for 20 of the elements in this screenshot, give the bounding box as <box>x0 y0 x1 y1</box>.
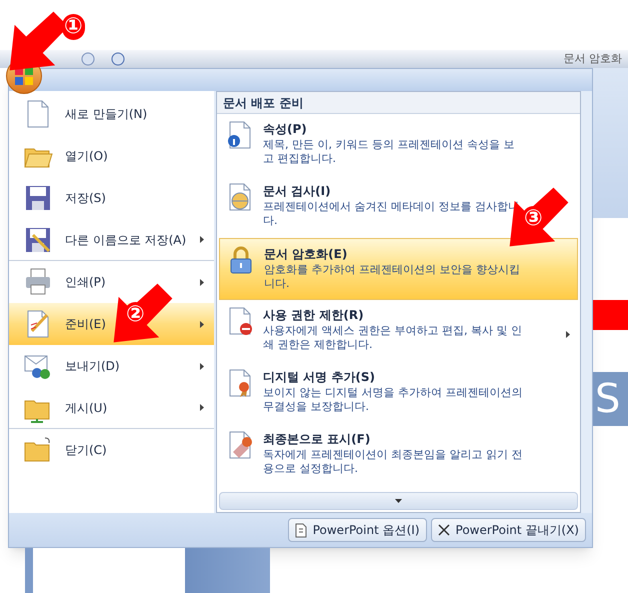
caret-icon <box>395 499 402 503</box>
submenu-arrow-icon <box>200 320 204 328</box>
submenu-arrow-icon <box>200 404 204 411</box>
window-title: 문서 암호화 <box>564 50 622 67</box>
annotation-bar <box>593 300 628 330</box>
undo-icon[interactable] <box>80 52 96 66</box>
redo-icon[interactable] <box>110 52 126 66</box>
submenu-arrow-icon <box>566 330 570 338</box>
submenu-arrow-icon <box>200 236 204 243</box>
submenu-arrow-icon <box>200 278 204 286</box>
document-icon <box>294 522 307 538</box>
printer-icon <box>23 267 53 297</box>
step-number: ① <box>62 14 85 40</box>
submenu-item[interactable]: 문서 암호화(E) 암호화를 추가하여 프레젠테이션의 보안을 향상시킵니다. <box>219 238 578 300</box>
exit-button[interactable]: PowerPoint 끝내기(X) <box>430 518 586 542</box>
submenu-arrow-icon <box>200 362 204 370</box>
close-icon <box>438 524 450 536</box>
options-button[interactable]: PowerPoint 옵션(I) <box>288 518 427 542</box>
slide-title: S <box>595 375 620 424</box>
submenu-heading: 문서 배포 준비 <box>217 92 580 114</box>
